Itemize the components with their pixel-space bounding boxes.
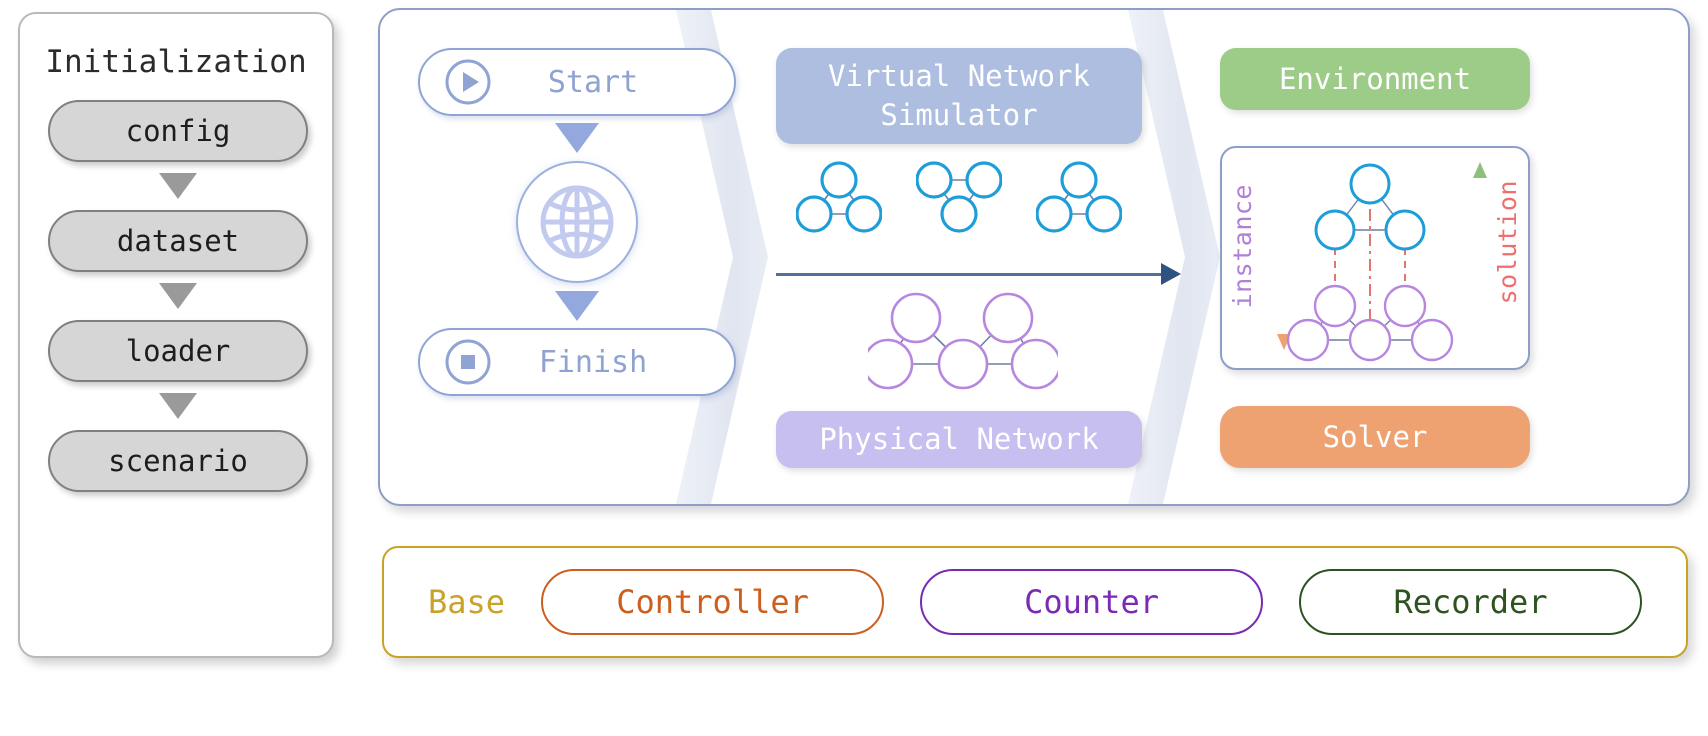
flow-arrow-bottom [418, 284, 736, 328]
virtual-network-graph-1 [796, 161, 882, 233]
arrow-up-icon [1473, 162, 1487, 352]
simulation-flow-arrow-line [776, 272, 1172, 276]
vns-header-line2: Simulator [880, 97, 1038, 132]
init-step-label: dataset [116, 224, 240, 258]
virtual-network-graph-3 [1036, 161, 1122, 233]
init-step-scenario[interactable]: scenario [48, 430, 308, 492]
counter-module[interactable]: Counter [920, 569, 1264, 635]
init-arrow-1 [48, 162, 308, 210]
physical-network-header: Physical Network [776, 411, 1142, 468]
play-circle-icon [442, 56, 494, 108]
run-flow-column: Start Finish [418, 48, 736, 396]
counter-label: Counter [1024, 583, 1159, 621]
simulator-column: Virtual Network Simulator Physical Netwo… [776, 48, 1181, 468]
recorder-module[interactable]: Recorder [1299, 569, 1643, 635]
start-label: Start [547, 64, 639, 100]
controller-module[interactable]: Controller [541, 569, 885, 635]
init-arrow-3 [48, 382, 308, 430]
solver-header: Solver [1220, 406, 1530, 468]
globe-circle [516, 161, 638, 283]
triangle-down-icon [159, 393, 197, 419]
start-button[interactable]: Start [418, 48, 736, 116]
virtual-network-simulator-header: Virtual Network Simulator [776, 48, 1142, 144]
arrow-down-icon [1277, 164, 1291, 350]
virtual-network-graph-2 [916, 161, 1002, 233]
globe-node[interactable] [418, 160, 736, 284]
recorder-label: Recorder [1393, 583, 1548, 621]
triangle-down-icon [159, 173, 197, 199]
finish-button[interactable]: Finish [418, 328, 736, 396]
triangle-down-icon [159, 283, 197, 309]
environment-column: Environment instance solution Solver [1220, 48, 1530, 468]
vns-header-line1: Virtual Network [828, 59, 1090, 93]
init-step-dataset[interactable]: dataset [48, 210, 308, 272]
init-step-config[interactable]: config [48, 100, 308, 162]
triangle-down-icon [555, 123, 599, 153]
virtual-network-row [796, 158, 1162, 236]
triangle-down-icon [555, 291, 599, 321]
simulator-body [776, 144, 1181, 412]
initialization-panel: Initialization config dataset loader sce… [18, 12, 334, 658]
environment-header: Environment [1220, 48, 1530, 110]
finish-label: Finish [538, 344, 648, 380]
init-step-label: loader [125, 334, 231, 368]
globe-icon [540, 185, 614, 259]
initialization-title: Initialization [45, 44, 307, 80]
init-step-label: scenario [108, 444, 248, 478]
controller-label: Controller [616, 583, 809, 621]
arrow-right-icon [1161, 262, 1181, 285]
flow-arrow-top [418, 116, 736, 160]
base-label: Base [428, 583, 506, 621]
embedding-illustration [1277, 162, 1487, 362]
init-step-loader[interactable]: loader [48, 320, 308, 382]
physical-network-graph [862, 290, 1062, 398]
main-architecture-panel: Start Finish Virtual Network Simulator P… [378, 8, 1690, 506]
physical-network-footer-wrap: Physical Network [776, 411, 1142, 468]
stop-circle-icon [442, 336, 494, 388]
initialization-step-list: config dataset loader scenario [48, 100, 308, 492]
environment-embedding-box: instance solution [1220, 146, 1530, 370]
init-arrow-2 [48, 272, 308, 320]
base-module-bar: Base Controller Counter Recorder [382, 546, 1688, 658]
init-step-label: config [125, 114, 231, 148]
